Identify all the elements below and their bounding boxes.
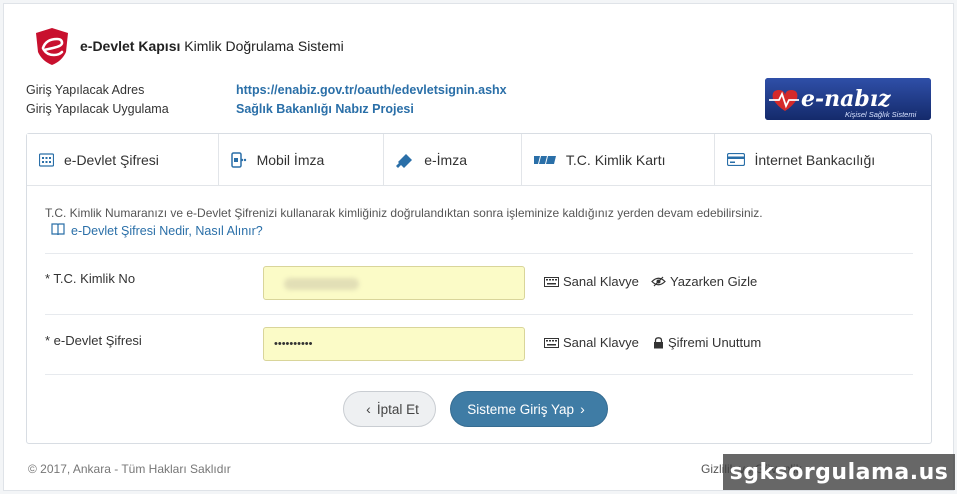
auth-method-tabs: e-Devlet Şifresi Mobil İmza e-İmza T.C. … [27, 134, 931, 186]
login-page: e-Devlet Kapısı Kimlik Doğrulama Sistemi… [3, 3, 954, 491]
tab-label: e-İmza [424, 151, 468, 168]
tab-e-imza[interactable]: e-İmza [383, 134, 521, 185]
tab-internet-bankaciligi[interactable]: İnternet Bankacılığı [713, 134, 932, 185]
mobile-signature-icon [230, 151, 247, 168]
address-label: Giriş Yapılacak Adres [26, 83, 145, 97]
lock-icon [653, 336, 664, 349]
enabiz-brand-text: e-nabız [801, 86, 891, 112]
submit-button-label: Sisteme Giriş Yap [467, 401, 575, 417]
yazarken-gizle-toggle[interactable]: Yazarken Gizle [651, 274, 757, 289]
chevron-left-icon: ‹ [366, 401, 371, 417]
login-target-info: Giriş Yapılacak Adres https://enabiz.gov… [26, 81, 507, 119]
help-link-label: e-Devlet Şifresi Nedir, Nasıl Alınır? [71, 224, 263, 238]
masked-tc-value [284, 278, 359, 290]
tc-kimlik-input[interactable] [263, 266, 525, 300]
enabiz-subtitle-text: Kişisel Sağlık Sistemi [845, 110, 917, 119]
sifremi-unuttum-label: Şifremi Unuttum [668, 335, 762, 350]
brand-title: e-Devlet Kapısı Kimlik Doğrulama Sistemi [80, 38, 344, 54]
tab-label: Mobil İmza [256, 151, 325, 168]
submit-button[interactable]: Sisteme Giriş Yap › [450, 391, 608, 427]
password-value: •••••••••• [274, 338, 313, 350]
login-card: e-Devlet Şifresi Mobil İmza e-İmza T.C. … [26, 133, 932, 444]
keyboard-icon [544, 276, 559, 287]
enabiz-logo-graphic: e-nabız Kişisel Sağlık Sistemi [765, 78, 931, 120]
tab-label: T.C. Kimlik Kartı [565, 151, 666, 168]
sifremi-unuttum-link[interactable]: Şifremi Unuttum [653, 335, 761, 350]
help-link[interactable]: e-Devlet Şifresi Nedir, Nasıl Alınır? [51, 223, 263, 239]
keypad-icon [39, 152, 54, 167]
tab-label: e-Devlet Şifresi [64, 151, 159, 168]
usb-token-icon [396, 152, 414, 168]
chevron-right-icon: › [580, 401, 585, 417]
tab-mobil-imza[interactable]: Mobil İmza [217, 134, 384, 185]
sanal-klavye-button-tc[interactable]: Sanal Klavye [544, 274, 639, 289]
eye-slash-icon [651, 276, 666, 287]
tab-label: İnternet Bankacılığı [754, 151, 876, 168]
enabiz-logo: e-nabız Kişisel Sağlık Sistemi [765, 78, 931, 120]
brand-title-bold: e-Devlet Kapısı [80, 38, 181, 54]
book-icon [51, 223, 65, 239]
divider [45, 374, 913, 375]
watermark-banner: sgksorgulama.us [723, 454, 955, 490]
id-card-icon [533, 154, 556, 166]
sanal-klavye-label: Sanal Klavye [563, 274, 639, 289]
divider [45, 314, 913, 315]
divider [45, 253, 913, 254]
cancel-button-label: İptal Et [376, 401, 419, 417]
info-text: T.C. Kimlik Numaranızı ve e-Devlet Şifre… [45, 206, 763, 220]
tab-tc-kimlik-karti[interactable]: T.C. Kimlik Kartı [520, 134, 714, 185]
address-value: https://enabiz.gov.tr/oauth/edevletsigni… [236, 83, 507, 97]
application-value: Sağlık Bakanlığı Nabız Projesi [236, 102, 414, 116]
password-label: * e-Devlet Şifresi [45, 333, 142, 348]
brand-header: e-Devlet Kapısı Kimlik Doğrulama Sistemi [32, 26, 344, 66]
bank-card-icon [726, 153, 745, 166]
tab-e-devlet-sifresi[interactable]: e-Devlet Şifresi [27, 134, 218, 185]
cancel-button[interactable]: ‹ İptal Et [343, 391, 436, 427]
brand-title-rest: Kimlik Doğrulama Sistemi [180, 38, 344, 54]
yazarken-gizle-label: Yazarken Gizle [670, 274, 758, 289]
password-input[interactable]: •••••••••• [263, 327, 525, 361]
sanal-klavye-button-password[interactable]: Sanal Klavye [544, 335, 639, 350]
keyboard-icon [544, 337, 559, 348]
application-label: Giriş Yapılacak Uygulama [26, 102, 169, 116]
sanal-klavye-label: Sanal Klavye [563, 335, 639, 350]
e-devlet-logo-icon [36, 28, 68, 65]
copyright-text: © 2017, Ankara - Tüm Hakları Saklıdır [28, 462, 231, 476]
tc-kimlik-label: * T.C. Kimlik No [45, 271, 136, 286]
